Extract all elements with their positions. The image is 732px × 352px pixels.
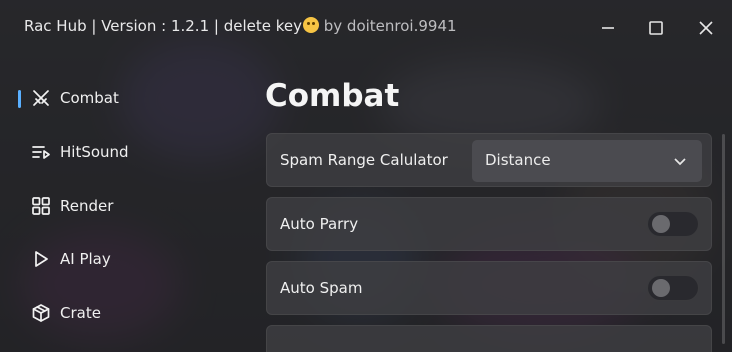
spam-range-dropdown[interactable]: Distance xyxy=(472,140,702,182)
setting-auto-spam: Auto Spam xyxy=(266,261,712,315)
crying-emoji-icon xyxy=(302,17,319,33)
setting-row-partial xyxy=(266,325,712,352)
window-title-author: by doitenroi.9941 xyxy=(318,17,457,35)
page-title: Combat xyxy=(265,78,400,114)
sidebar-item-ai-play[interactable]: AI Play xyxy=(16,239,236,279)
minimize-icon xyxy=(602,27,614,29)
box-icon xyxy=(30,302,52,324)
grid-icon xyxy=(30,195,52,217)
close-icon xyxy=(699,21,713,35)
minimize-button[interactable] xyxy=(594,14,622,42)
auto-spam-toggle[interactable] xyxy=(647,275,699,301)
window-title-text: Rac Hub | Version : 1.2.1 | delete key xyxy=(24,17,302,35)
sidebar-item-label: Crate xyxy=(60,304,101,322)
chevron-down-icon xyxy=(672,153,688,169)
playlist-icon xyxy=(30,141,52,163)
setting-label: Auto Parry xyxy=(280,215,359,233)
setting-label: Spam Range Calulator xyxy=(280,151,448,169)
toggle-knob xyxy=(652,215,670,233)
sidebar-item-label: Render xyxy=(60,197,114,215)
sidebar-item-combat[interactable]: Combat xyxy=(16,78,236,118)
play-icon xyxy=(30,248,52,270)
maximize-button[interactable] xyxy=(642,14,670,42)
maximize-icon xyxy=(649,21,663,35)
sidebar-item-label: Combat xyxy=(60,89,119,107)
title-bar: Rac Hub | Version : 1.2.1 | delete key b… xyxy=(0,0,732,56)
dropdown-value: Distance xyxy=(485,151,551,169)
hub-window: Rac Hub | Version : 1.2.1 | delete key b… xyxy=(0,0,732,352)
active-indicator xyxy=(18,90,21,108)
sidebar-item-render[interactable]: Render xyxy=(16,186,236,226)
toggle-knob xyxy=(652,279,670,297)
sidebar-item-label: HitSound xyxy=(60,143,129,161)
setting-spam-range-calculator: Spam Range Calulator Distance xyxy=(266,133,712,187)
sidebar-item-label: AI Play xyxy=(60,250,111,268)
setting-auto-parry: Auto Parry xyxy=(266,197,712,251)
window-title: Rac Hub | Version : 1.2.1 | delete key b… xyxy=(24,17,457,35)
sidebar-item-hitsound[interactable]: HitSound xyxy=(16,132,236,172)
close-button[interactable] xyxy=(692,14,720,42)
auto-parry-toggle[interactable] xyxy=(647,211,699,237)
swords-icon xyxy=(30,87,52,109)
content-scrollbar[interactable] xyxy=(722,134,725,344)
sidebar-item-crate[interactable]: Crate xyxy=(16,293,236,333)
setting-label: Auto Spam xyxy=(280,279,363,297)
